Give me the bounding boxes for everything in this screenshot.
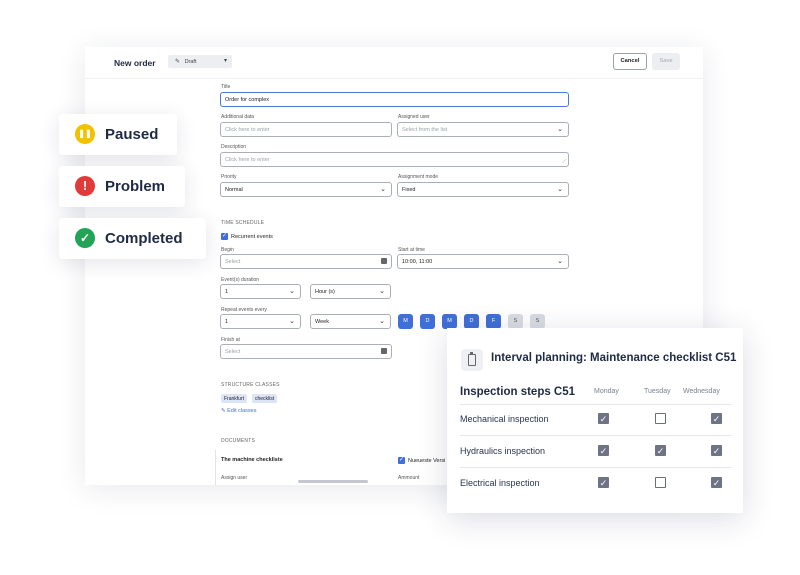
latest-version-label: Nueueste Versi (408, 458, 446, 464)
day-toggle-mon[interactable]: M (398, 314, 413, 329)
chevron-down-icon: ⌄ (557, 258, 563, 265)
checkbox-hydraulics-monday[interactable]: ✓ (598, 445, 609, 456)
day-toggle-fri[interactable]: F (486, 314, 501, 329)
begin-date-input[interactable]: Select (220, 254, 392, 269)
class-tag[interactable]: Frankfurt (221, 394, 248, 403)
checkbox-electrical-wednesday[interactable]: ✓ (711, 477, 722, 488)
day-toggle-sat[interactable]: S (508, 314, 523, 329)
checkbox-mechanical-monday[interactable]: ✓ (598, 413, 609, 424)
pause-icon: ❚❚ (75, 124, 95, 144)
title-label: Title (221, 84, 231, 90)
status-label: Paused (105, 126, 159, 143)
column-header-wednesday: Wednesday (683, 388, 720, 395)
day-toggle-thu[interactable]: D (464, 314, 479, 329)
title-input[interactable]: Order for complex (220, 92, 569, 107)
duration-select[interactable]: 1 ⌄ (220, 284, 301, 299)
day-toggle-wed[interactable]: M (442, 314, 457, 329)
priority-select[interactable]: Normal ⌄ (220, 182, 392, 197)
status-dropdown[interactable]: ✎ Draft ▾ (168, 55, 232, 68)
chevron-down-icon: ⌄ (289, 288, 295, 295)
chevron-down-icon: ⌄ (557, 186, 563, 193)
repeat-unit-select[interactable]: Week ⌄ (310, 314, 391, 329)
duration-unit-select[interactable]: Hour (s) ⌄ (310, 284, 391, 299)
class-tag[interactable]: checklist (252, 394, 278, 403)
pencil-icon: ✎ (221, 408, 226, 414)
document-title: The machine checkliste (221, 457, 283, 463)
divider (460, 404, 731, 405)
divider (460, 435, 731, 436)
start-time-select[interactable]: 10:00, 11:00 ⌄ (397, 254, 569, 269)
priority-label: Priority (221, 174, 237, 180)
column-header-tuesday: Tuesday (644, 388, 671, 395)
edit-classes-link[interactable]: ✎ Edit classes (221, 408, 257, 414)
form-header: New order ✎ Draft ▾ Cancel Save (85, 47, 703, 79)
status-label: Problem (105, 178, 166, 195)
status-card-completed: ✓ Completed (59, 218, 206, 259)
recurrent-events-label: Recurrent events (231, 234, 273, 240)
row-label: Mechanical inspection (460, 414, 549, 424)
assigned-user-label: Assigned user (398, 114, 430, 120)
amount-label: Ammount (398, 475, 420, 481)
start-time-label: Start at time (398, 247, 425, 253)
assignment-mode-label: Assignment mode (398, 174, 439, 180)
clipboard-icon (461, 349, 483, 371)
assign-user-label: Assign user (221, 475, 248, 481)
page-title: New order (114, 58, 156, 68)
horizontal-scrollbar[interactable] (298, 480, 368, 483)
chevron-down-icon: ⌄ (380, 186, 386, 193)
checkbox-electrical-monday[interactable]: ✓ (598, 477, 609, 488)
day-toggle-tue[interactable]: D (420, 314, 435, 329)
chevron-down-icon: ⌄ (557, 126, 563, 133)
interval-planning-card: Interval planning: Maintenance checklist… (447, 328, 743, 513)
chevron-down-icon: ⌄ (289, 318, 295, 325)
finish-label: Finish at (221, 337, 240, 343)
alert-icon: ! (75, 176, 95, 196)
column-header-monday: Monday (594, 388, 619, 395)
save-button[interactable]: Save (652, 53, 680, 70)
status-card-problem: ! Problem (59, 166, 185, 207)
finish-date-input[interactable]: Select (220, 344, 392, 359)
chevron-down-icon: ⌄ (379, 318, 385, 325)
row-label: Hydraulics inspection (460, 446, 546, 456)
checkbox-mechanical-tuesday[interactable] (655, 413, 666, 424)
repeat-label: Repeat events every (221, 307, 267, 313)
day-toggle-sun[interactable]: S (530, 314, 545, 329)
status-value: Draft (184, 59, 197, 65)
steps-title: Inspection steps C51 (460, 386, 576, 398)
resize-grip-icon[interactable]: ⟋ (562, 159, 566, 165)
checkbox-electrical-tuesday[interactable] (655, 477, 666, 488)
additional-data-label: Additional data (221, 114, 255, 120)
chevron-down-icon: ⌄ (379, 288, 385, 295)
calendar-icon[interactable] (381, 258, 387, 264)
latest-version-checkbox[interactable]: ✓ (398, 457, 405, 464)
status-label: Completed (105, 230, 183, 247)
assignment-mode-select[interactable]: Fixed ⌄ (397, 182, 569, 197)
status-card-paused: ❚❚ Paused (59, 114, 177, 155)
chevron-down-icon: ▾ (223, 58, 227, 64)
time-schedule-heading: TIME SCHEDULE (221, 220, 265, 226)
duration-label: Event(s) duration (221, 277, 260, 283)
check-icon: ✓ (75, 228, 95, 248)
divider (460, 467, 731, 468)
structure-classes-heading: STRUCTURE CLASSES (221, 382, 280, 388)
cancel-button[interactable]: Cancel (613, 53, 647, 70)
repeat-interval-select[interactable]: 1 ⌄ (220, 314, 301, 329)
checkbox-hydraulics-tuesday[interactable]: ✓ (655, 445, 666, 456)
row-label: Electrical inspection (460, 478, 540, 488)
checkbox-mechanical-wednesday[interactable]: ✓ (711, 413, 722, 424)
description-textarea[interactable]: Click here to enter ⟋ (220, 152, 569, 167)
description-label: Description (221, 144, 247, 150)
calendar-icon[interactable] (381, 348, 387, 354)
planning-title: Interval planning: Maintenance checklist… (491, 352, 737, 364)
recurrent-events-checkbox[interactable]: ✓ (221, 233, 228, 240)
begin-label: Begin (221, 247, 234, 253)
additional-data-input[interactable]: Click here to enter (220, 122, 392, 137)
checkbox-hydraulics-wednesday[interactable]: ✓ (711, 445, 722, 456)
documents-heading: DOCUMENTS (221, 438, 256, 444)
pencil-icon: ✎ (175, 59, 181, 65)
assigned-user-select[interactable]: Select from the list ⌄ (397, 122, 569, 137)
